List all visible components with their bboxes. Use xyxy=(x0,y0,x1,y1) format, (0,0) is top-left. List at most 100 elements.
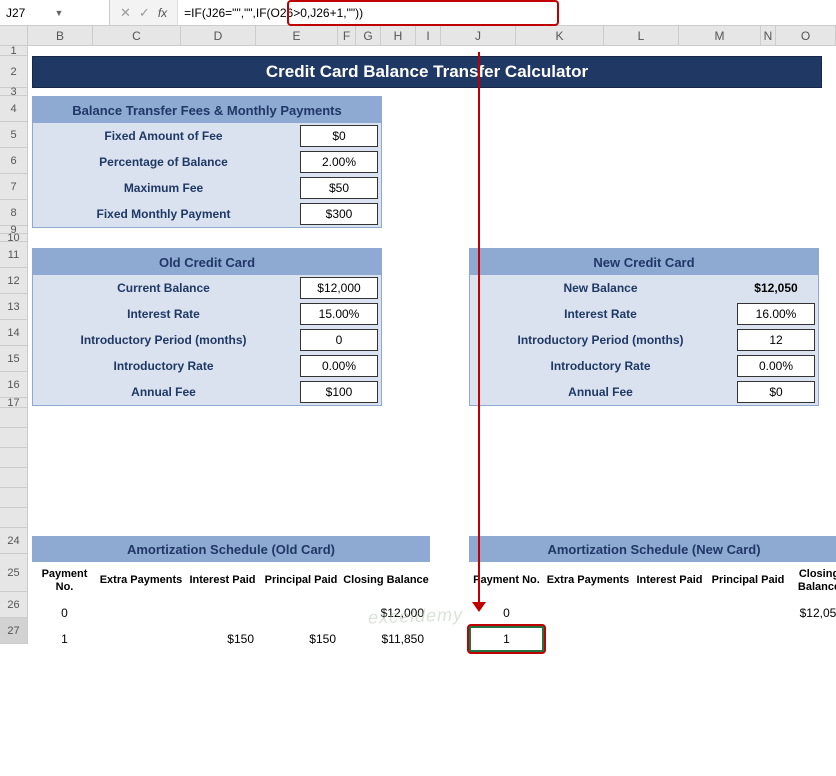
field-label: Introductory Rate xyxy=(470,359,737,373)
col-label: Payment No. xyxy=(32,562,97,600)
field-row: Fixed Amount of Fee$0 xyxy=(33,123,381,149)
row-header[interactable]: 2 xyxy=(0,56,28,88)
table-row[interactable]: 1 $150 $150 $11,850 xyxy=(32,626,430,652)
spreadsheet-grid: B C D E F G H I J K L M N O 123456789101… xyxy=(0,26,836,644)
cell: $12,000 xyxy=(342,606,430,620)
col-header[interactable]: L xyxy=(604,26,679,45)
fees-header: Balance Transfer Fees & Monthly Payments xyxy=(33,97,381,123)
row-header[interactable] xyxy=(0,428,28,448)
cancel-icon[interactable]: ✕ xyxy=(120,5,131,21)
row-header[interactable]: 12 xyxy=(0,268,28,294)
name-box-value: J27 xyxy=(6,6,55,20)
field-label: Annual Fee xyxy=(33,385,300,399)
field-value[interactable]: 0.00% xyxy=(300,355,378,377)
field-label: Fixed Amount of Fee xyxy=(33,129,300,143)
row-header[interactable] xyxy=(0,408,28,428)
col-header[interactable]: M xyxy=(679,26,761,45)
row-header[interactable]: 25 xyxy=(0,554,28,592)
field-label: Percentage of Balance xyxy=(33,155,300,169)
field-row: Maximum Fee$50 xyxy=(33,175,381,201)
field-label: Current Balance xyxy=(33,281,300,295)
row-header[interactable]: 17 xyxy=(0,398,28,408)
col-header[interactable]: J xyxy=(441,26,516,45)
col-header[interactable]: C xyxy=(93,26,181,45)
name-box-dropdown-icon[interactable]: ▼ xyxy=(55,8,104,18)
col-header[interactable]: H xyxy=(381,26,416,45)
col-header[interactable]: F xyxy=(338,26,356,45)
col-label: Principal Paid xyxy=(707,562,789,600)
row-header[interactable] xyxy=(0,448,28,468)
field-value[interactable]: 16.00% xyxy=(737,303,815,325)
field-value: $12,050 xyxy=(737,277,815,299)
row-header[interactable]: 11 xyxy=(0,242,28,268)
row-header[interactable]: 26 xyxy=(0,592,28,618)
new-card-section: New Credit Card New Balance$12,050Intere… xyxy=(469,248,819,406)
fx-icon[interactable]: fx xyxy=(158,6,167,20)
col-header[interactable]: D xyxy=(181,26,256,45)
row-header[interactable]: 15 xyxy=(0,346,28,372)
field-label: Introductory Rate xyxy=(33,359,300,373)
table-row[interactable]: 0 $12,050 xyxy=(469,600,836,626)
field-label: Annual Fee xyxy=(470,385,737,399)
name-box[interactable]: J27 ▼ xyxy=(0,0,110,25)
row-header[interactable]: 1 xyxy=(0,46,28,56)
col-header[interactable]: B xyxy=(28,26,93,45)
field-row: Introductory Rate0.00% xyxy=(33,353,381,379)
page-title: Credit Card Balance Transfer Calculator xyxy=(32,56,822,88)
field-row: Current Balance$12,000 xyxy=(33,275,381,301)
col-header[interactable]: G xyxy=(356,26,381,45)
row-header[interactable]: 16 xyxy=(0,372,28,398)
row-header[interactable]: 8 xyxy=(0,200,28,226)
row-header[interactable]: 14 xyxy=(0,320,28,346)
row-header[interactable] xyxy=(0,468,28,488)
col-header[interactable]: E xyxy=(256,26,338,45)
table-row[interactable]: 0 $12,000 xyxy=(32,600,430,626)
field-value[interactable]: $0 xyxy=(300,125,378,147)
old-card-header: Old Credit Card xyxy=(33,249,381,275)
col-label: Closing Balance xyxy=(789,562,836,600)
row-header[interactable]: 24 xyxy=(0,528,28,554)
cell: $150 xyxy=(260,632,342,646)
field-value[interactable]: 0 xyxy=(300,329,378,351)
formula-bar: J27 ▼ ✕ ✓ fx =IF(J26="","",IF(O26>0,J26+… xyxy=(0,0,836,26)
field-value[interactable]: 2.00% xyxy=(300,151,378,173)
result-highlight-box xyxy=(467,624,546,654)
col-header[interactable]: N xyxy=(761,26,776,45)
row-header[interactable] xyxy=(0,508,28,528)
row-header[interactable]: 6 xyxy=(0,148,28,174)
formula-input[interactable]: =IF(J26="","",IF(O26>0,J26+1,"")) xyxy=(177,0,836,25)
field-row: Annual Fee$100 xyxy=(33,379,381,405)
row-header[interactable]: 4 xyxy=(0,96,28,122)
field-value[interactable]: 12 xyxy=(737,329,815,351)
col-header[interactable]: I xyxy=(416,26,441,45)
field-value[interactable]: 0.00% xyxy=(737,355,815,377)
field-value[interactable]: $12,000 xyxy=(300,277,378,299)
row-header[interactable]: 10 xyxy=(0,234,28,242)
col-header[interactable]: O xyxy=(776,26,836,45)
row-header[interactable]: 5 xyxy=(0,122,28,148)
cell: 1 xyxy=(32,632,97,646)
col-label: Extra Payments xyxy=(97,562,185,600)
select-all-corner[interactable] xyxy=(0,26,28,45)
row-header[interactable]: 7 xyxy=(0,174,28,200)
field-value[interactable]: $100 xyxy=(300,381,378,403)
amort-old-header: Amortization Schedule (Old Card) xyxy=(32,536,430,562)
cell: 0 xyxy=(32,606,97,620)
col-header[interactable]: K xyxy=(516,26,604,45)
row-header[interactable]: 3 xyxy=(0,88,28,96)
accept-icon[interactable]: ✓ xyxy=(139,5,150,21)
field-value[interactable]: $50 xyxy=(300,177,378,199)
field-value[interactable]: $0 xyxy=(737,381,815,403)
field-row: Introductory Period (months)0 xyxy=(33,327,381,353)
row-header[interactable] xyxy=(0,488,28,508)
row-header[interactable]: 13 xyxy=(0,294,28,320)
field-value[interactable]: 15.00% xyxy=(300,303,378,325)
col-label: Principal Paid xyxy=(260,562,342,600)
field-row: Introductory Rate0.00% xyxy=(470,353,818,379)
old-card-section: Old Credit Card Current Balance$12,000 In… xyxy=(32,248,382,406)
cell: $12,050 xyxy=(789,606,836,620)
field-row: New Balance$12,050 xyxy=(470,275,818,301)
field-value[interactable]: $300 xyxy=(300,203,378,225)
row-header[interactable]: 27 xyxy=(0,618,28,644)
field-row: Fixed Monthly Payment$300 xyxy=(33,201,381,227)
